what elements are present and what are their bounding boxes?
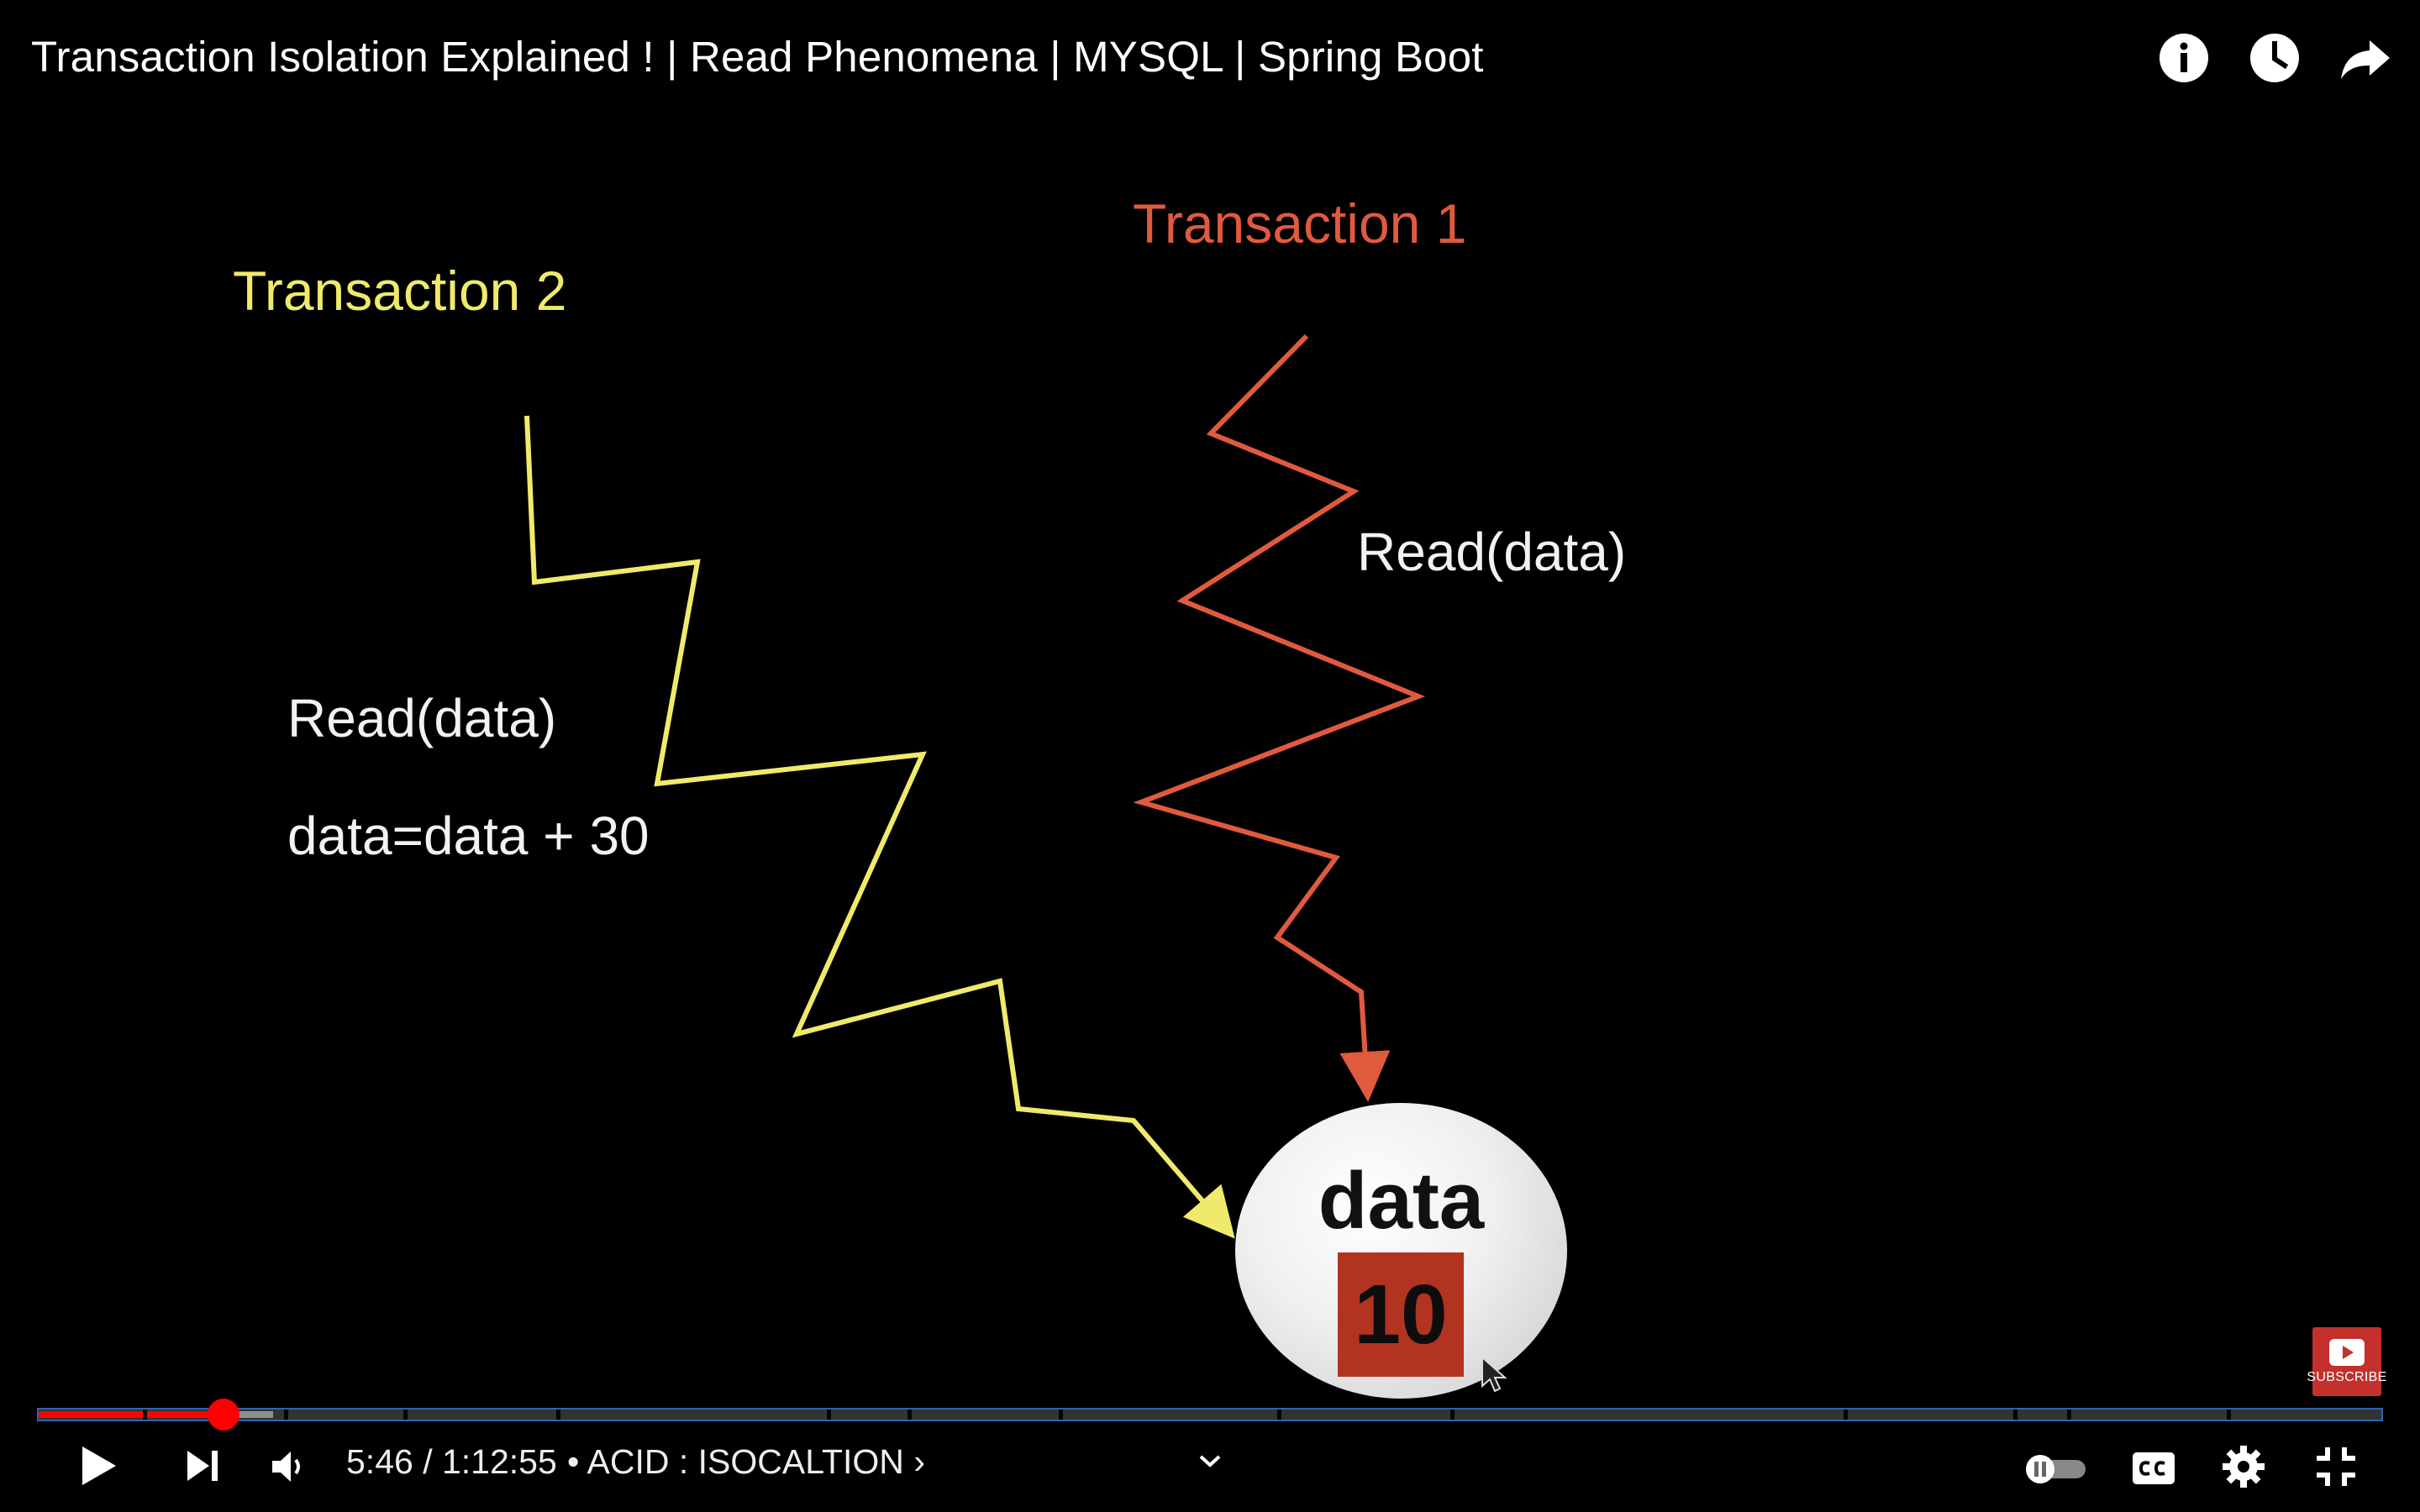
data-value-box: 10 (1338, 1252, 1464, 1377)
time-display: 5:46 / 1:12:55 (346, 1442, 557, 1481)
exit-fullscreen-button[interactable] (2309, 1440, 2363, 1494)
video-player[interactable]: Transaction 2 Transaction 1 Read(data) R… (0, 0, 2420, 1512)
chapter-marker (284, 1410, 288, 1420)
chapter-title: ACID : ISOCALTION (587, 1442, 904, 1481)
exit-fullscreen-icon (2317, 1447, 2355, 1486)
video-frame: Transaction 2 Transaction 1 Read(data) R… (0, 0, 2420, 1512)
captions-icon (2133, 1452, 2175, 1484)
mute-button[interactable] (264, 1441, 314, 1492)
data-node: data 10 (1235, 1103, 1567, 1399)
settings-button[interactable] (2217, 1440, 2270, 1494)
watch-later-clock-icon[interactable] (2249, 32, 2301, 84)
next-button[interactable] (178, 1441, 229, 1491)
transaction-2-label: Transaction 2 (233, 260, 567, 322)
chapter-marker (908, 1410, 912, 1420)
chapter-chevron-icon: › (913, 1442, 925, 1481)
chapter-marker (2067, 1410, 2071, 1420)
top-actions (2158, 32, 2391, 84)
video-title[interactable]: Transaction Isolation Explained ! | Read… (31, 32, 1484, 81)
progress-played (39, 1411, 224, 1418)
transaction-1-label: Transaction 1 (1133, 192, 1467, 255)
captions-button[interactable] (2128, 1443, 2180, 1494)
volume-icon (272, 1452, 300, 1482)
transaction-1-read-step: Read(data) (1357, 522, 1627, 582)
progress-bar[interactable] (37, 1399, 2383, 1431)
play-logo-icon (2329, 1339, 2365, 1366)
mouse-cursor-icon (1481, 1356, 1507, 1393)
expand-chevron-icon (1199, 1455, 1221, 1467)
transaction-2-update-step: data=data + 30 (287, 806, 650, 866)
scrubber-handle[interactable] (208, 1399, 240, 1431)
next-icon (187, 1451, 218, 1481)
chapter-marker (1059, 1410, 1063, 1420)
chapter-button[interactable]: • ACID : ISOCALTION › (567, 1442, 925, 1482)
autoplay-toggle[interactable] (2022, 1450, 2089, 1487)
chapter-marker (556, 1410, 560, 1420)
data-value: 10 (1354, 1267, 1448, 1362)
chapter-marker (1450, 1410, 1455, 1420)
chapter-separator: • (567, 1442, 580, 1481)
transaction-1-zigzag-arrow (1133, 333, 1426, 1102)
transaction-2-read-step: Read(data) (287, 688, 557, 748)
chapter-marker (143, 1410, 147, 1420)
expand-chevron-button[interactable] (1193, 1445, 1227, 1478)
autoplay-toggle-icon (2026, 1455, 2086, 1483)
chapter-marker (827, 1410, 831, 1420)
data-node-label: data (1318, 1156, 1485, 1246)
chapter-marker (1844, 1410, 1848, 1420)
chapter-marker (1277, 1410, 1281, 1420)
settings-gear-icon (2223, 1446, 2265, 1488)
chapter-marker (403, 1410, 408, 1420)
chapter-marker (2013, 1410, 2018, 1420)
subscribe-label: SUBSCRIBE (2307, 1370, 2387, 1384)
share-arrow-icon[interactable] (2339, 32, 2391, 84)
play-button[interactable] (71, 1438, 126, 1494)
info-icon[interactable] (2158, 32, 2210, 84)
chapter-marker (2227, 1410, 2231, 1420)
play-icon (82, 1446, 116, 1485)
subscribe-watermark[interactable]: SUBSCRIBE (2307, 1327, 2386, 1396)
